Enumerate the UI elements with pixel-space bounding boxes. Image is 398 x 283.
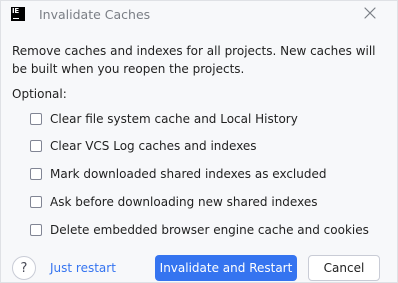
option-clear-file-system-cache[interactable]: Clear file system cache and Local Histor… [30, 110, 298, 128]
option-clear-vcs-log-caches[interactable]: Clear VCS Log caches and indexes [30, 137, 257, 155]
dialog-message: Remove caches and indexes for all projec… [12, 44, 376, 76]
option-ask-before-downloading[interactable]: Ask before downloading new shared indexe… [30, 193, 317, 211]
option-label: Mark downloaded shared indexes as exclud… [50, 167, 327, 181]
option-label: Clear VCS Log caches and indexes [50, 139, 257, 153]
option-label: Ask before downloading new shared indexe… [50, 195, 318, 209]
help-button[interactable]: ? [12, 256, 36, 280]
option-delete-browser-cache[interactable]: Delete embedded browser engine cache and… [30, 221, 369, 239]
just-restart-link[interactable]: Just restart [50, 261, 116, 275]
window-title: Invalidate Caches [39, 7, 151, 22]
checkbox[interactable] [30, 168, 42, 180]
optional-label: Optional: [12, 87, 67, 101]
option-mark-shared-indexes-excluded[interactable]: Mark downloaded shared indexes as exclud… [30, 165, 327, 183]
cancel-button[interactable]: Cancel [308, 255, 380, 281]
invalidate-caches-dialog: IE Invalidate Caches Remove caches and i… [0, 0, 398, 283]
app-logo-bar [13, 18, 19, 19]
checkbox[interactable] [30, 224, 42, 236]
checkbox[interactable] [30, 140, 42, 152]
app-logo-text: IE [12, 7, 19, 15]
intellij-idea-logo-icon: IE [11, 7, 25, 21]
invalidate-and-restart-button[interactable]: Invalidate and Restart [155, 255, 297, 281]
option-label: Delete embedded browser engine cache and… [50, 223, 369, 237]
title-bar: IE Invalidate Caches [1, 1, 397, 31]
option-label: Clear file system cache and Local Histor… [50, 112, 298, 126]
checkbox[interactable] [30, 113, 42, 125]
close-icon[interactable] [363, 6, 377, 20]
checkbox[interactable] [30, 196, 42, 208]
